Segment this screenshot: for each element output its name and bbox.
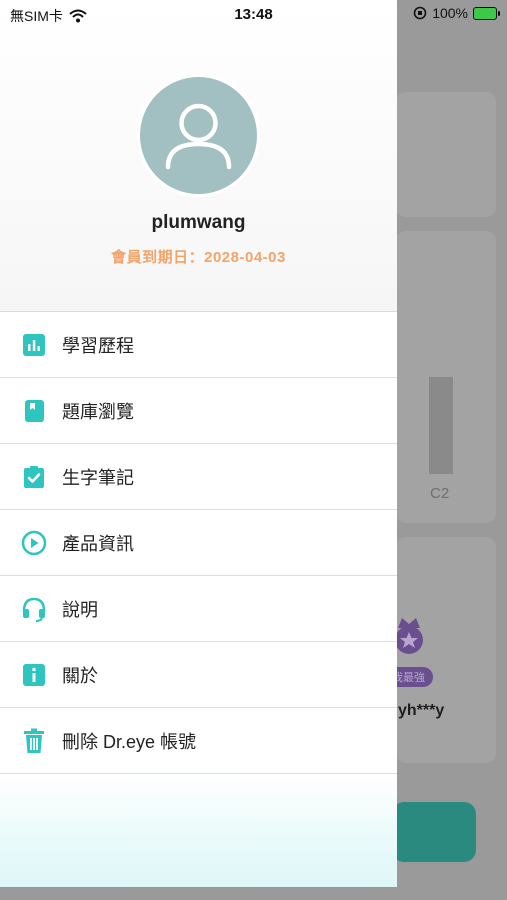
menu-item-label: 產品資訊: [62, 533, 134, 554]
crown-icon: [395, 618, 423, 654]
battery-charging-icon: [473, 6, 500, 20]
menu-item-label: 學習歷程: [62, 335, 134, 356]
headset-icon: [21, 596, 47, 622]
background-card-1: [396, 92, 496, 217]
menu-item-label: 題庫瀏覽: [62, 401, 134, 422]
user-avatar-icon[interactable]: [140, 77, 257, 194]
profile-header: plumwang 會員到期日：2028-04-03: [0, 0, 397, 312]
menu-item-learning-history[interactable]: 學習歷程: [0, 312, 397, 378]
menu-item-question-bank[interactable]: 題庫瀏覽: [0, 378, 397, 444]
background-action-button: [392, 802, 476, 862]
menu-item-vocab-notes[interactable]: 生字筆記: [0, 444, 397, 510]
battery-percent: 100%: [432, 5, 468, 21]
menu-item-label: 說明: [62, 599, 98, 620]
trash-icon: [21, 728, 47, 754]
menu-item-about[interactable]: 關於: [0, 642, 397, 708]
menu-item-label: 刪除 Dr.eye 帳號: [62, 731, 197, 752]
bar-chart-icon: [21, 332, 47, 358]
play-circle-icon: [21, 530, 47, 556]
menu-item-help[interactable]: 說明: [0, 576, 397, 642]
membership-expiry: 會員到期日：2028-04-03: [111, 249, 286, 266]
side-drawer: plumwang 會員到期日：2028-04-03 學習歷程 題庫瀏覽 生字筆記: [0, 0, 397, 887]
info-icon: [21, 662, 47, 688]
status-bar: 無SIM卡 13:48 100%: [0, 0, 507, 28]
orientation-lock-icon: [413, 6, 427, 20]
background-leader-name: yh***y: [398, 702, 445, 719]
menu-item-product-info[interactable]: 產品資訊: [0, 510, 397, 576]
drawer-footer-gradient: [0, 774, 397, 887]
background-chart-label: C2: [430, 485, 450, 502]
background-chart-bar: [429, 377, 453, 474]
person-icon: [165, 103, 232, 170]
clipboard-check-icon: [21, 464, 47, 490]
menu-item-label: 關於: [62, 665, 98, 686]
menu-item-delete-account[interactable]: 刪除 Dr.eye 帳號: [0, 708, 397, 774]
menu-item-label: 生字筆記: [62, 467, 134, 488]
drawer-menu: 學習歷程 題庫瀏覽 生字筆記 產品資訊 說明 關於 刪除 Dr.eye 帳號: [0, 312, 397, 774]
book-icon: [21, 398, 47, 424]
username: plumwang: [151, 212, 246, 233]
